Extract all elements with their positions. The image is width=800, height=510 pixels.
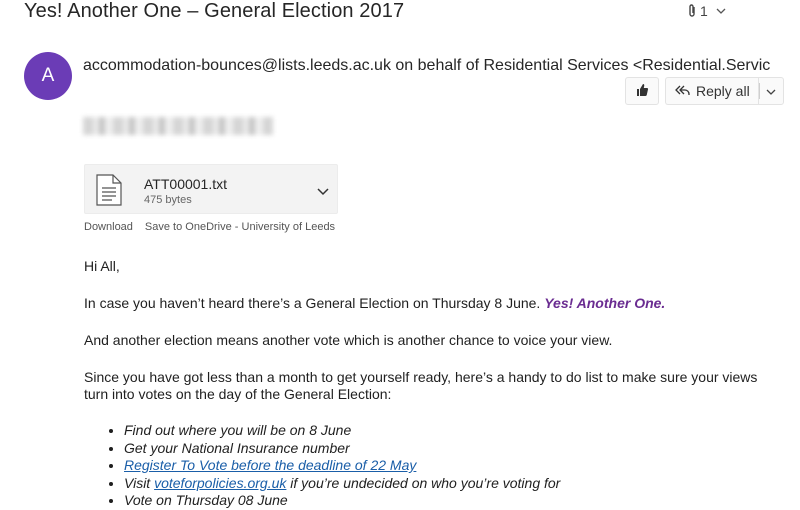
reply-all-button[interactable]: Reply all <box>665 77 758 105</box>
voteforpolicies-link[interactable]: voteforpolicies.org.uk <box>154 475 286 491</box>
visit-suffix: if you’re undecided on who you’re voting… <box>286 474 561 491</box>
visit-prefix: Visit <box>124 474 155 491</box>
sender-line: accommodation-bounces@lists.leeds.ac.uk … <box>83 57 800 75</box>
list-item: Visit voteforpolicies.org.uk if you’re u… <box>124 475 560 493</box>
register-to-vote-link[interactable]: Register To Vote before the deadline of … <box>124 457 416 473</box>
list-item: Get your National Insurance number <box>124 440 560 458</box>
chevron-down-icon <box>766 83 776 99</box>
reply-all-icon <box>674 83 690 100</box>
list-item: Vote on Thursday 08 June <box>124 492 560 510</box>
paragraph-1-text: In case you haven’t heard there’s a Gene… <box>84 295 541 311</box>
attachment-actions: Download Save to OneDrive - University o… <box>84 221 335 233</box>
sender-address[interactable]: accommodation-bounces@lists.leeds.ac.uk <box>83 57 391 74</box>
greeting: Hi All, <box>84 258 120 274</box>
chevron-down-icon[interactable] <box>716 7 726 15</box>
attachment-card[interactable]: ATT00001.txt 475 bytes <box>84 164 338 214</box>
list-item: Find out where you will be on 8 June <box>124 422 560 440</box>
attachment-count: 1 <box>700 3 708 19</box>
body-paragraph-1: In case you haven’t heard there’s a Gene… <box>84 295 784 312</box>
chevron-down-icon[interactable] <box>317 183 329 201</box>
paperclip-icon <box>686 3 698 19</box>
reply-all-label: Reply all <box>696 83 750 99</box>
body-paragraph-2: And another election means another vote … <box>84 332 613 348</box>
avatar-letter: A <box>41 65 55 86</box>
attachment-file-name: ATT00001.txt <box>144 176 228 192</box>
list-item: Register To Vote before the deadline of … <box>124 457 560 475</box>
sender-name[interactable]: Residential Services <Residential.Servic <box>483 57 770 74</box>
reply-options-dropdown[interactable] <box>757 77 784 105</box>
save-to-onedrive-link[interactable]: Save to OneDrive - University of Leeds <box>145 221 335 233</box>
body-paragraph-3: Since you have got less than a month to … <box>84 369 758 402</box>
file-text-icon <box>96 174 122 211</box>
email-subject: Yes! Another One – General Election 2017 <box>24 0 405 22</box>
attachment-count-indicator[interactable]: 1 <box>686 2 726 20</box>
message-actions: Reply all <box>625 77 784 105</box>
download-link[interactable]: Download <box>84 221 133 233</box>
paragraph-1-end: . <box>661 295 666 311</box>
todo-list: Find out where you will be on 8 June Get… <box>84 422 560 510</box>
avatar[interactable]: A <box>24 52 72 100</box>
attachment-file-size: 475 bytes <box>144 194 192 206</box>
thumbs-up-icon <box>635 83 649 100</box>
blurred-recipient <box>83 117 273 135</box>
like-button[interactable] <box>625 77 659 105</box>
sender-behalf-text: on behalf of <box>395 57 480 74</box>
paragraph-1-emphasis: Yes! Another One <box>544 295 662 311</box>
